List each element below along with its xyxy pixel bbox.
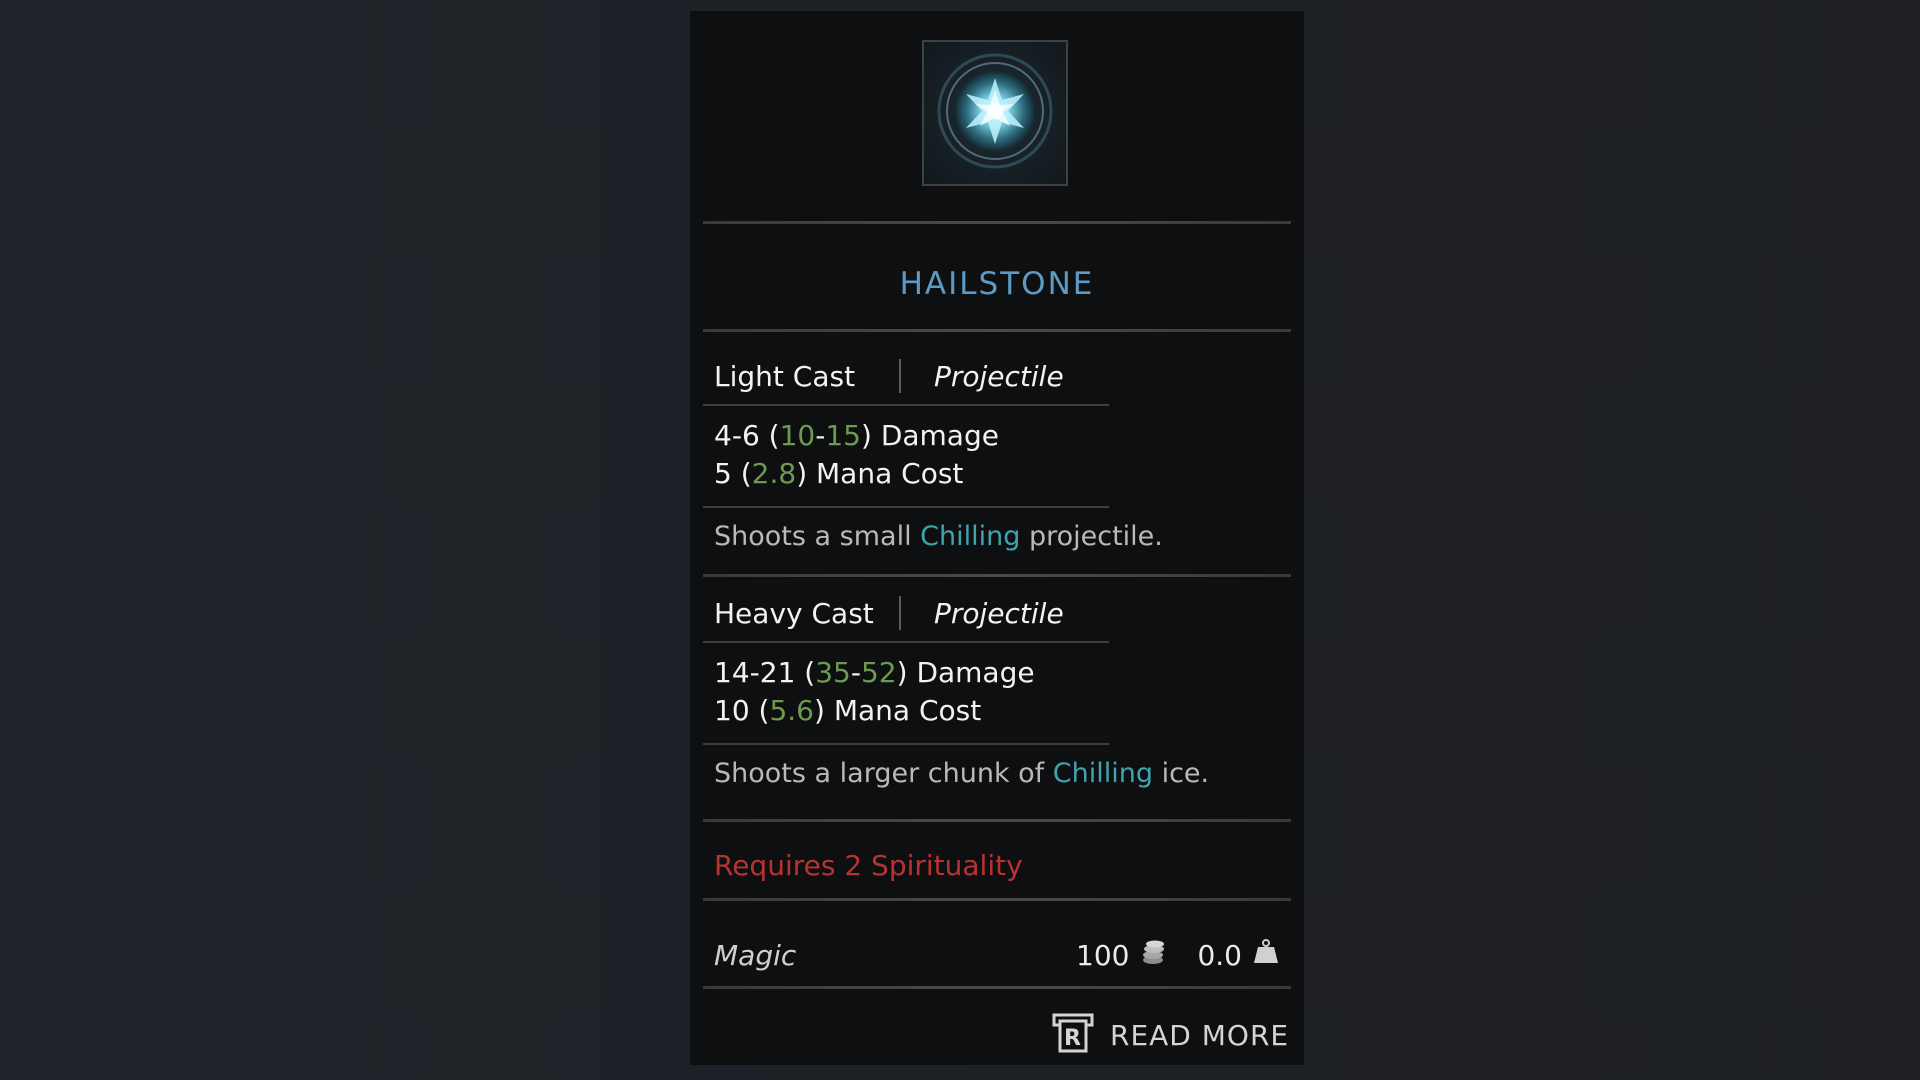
divider	[703, 641, 1109, 643]
light-cast-header: Light Cast Projectile	[714, 356, 1064, 396]
heavy-cast-description: Shoots a larger chunk of Chilling ice.	[714, 758, 1210, 789]
damage-base-min: 14	[714, 656, 750, 689]
r-key-icon: R	[1050, 1011, 1096, 1060]
read-more-button[interactable]: R READ MORE	[1050, 1011, 1289, 1060]
damage-scaled-min: 35	[815, 656, 851, 689]
divider	[703, 506, 1109, 508]
divider	[703, 986, 1291, 989]
item-weight: 0.0	[1197, 938, 1242, 972]
read-more-label: READ MORE	[1110, 1019, 1290, 1052]
divider	[703, 221, 1291, 224]
heavy-cast-damage: 14-21 (35-52) Damage	[714, 656, 1035, 689]
heavy-cast-label: Heavy Cast	[714, 596, 874, 630]
weight-icon	[1252, 938, 1280, 973]
item-value: 100	[1076, 938, 1130, 972]
mana-base: 10	[714, 694, 750, 727]
damage-scaled-min: 10	[779, 419, 816, 452]
damage-scaled-max: 15	[825, 419, 861, 452]
mana-scaled: 2.8	[751, 457, 797, 490]
damage-label: Damage	[880, 419, 999, 452]
light-cast-mana: 5 (2.8) Mana Cost	[714, 457, 964, 490]
item-footer: Magic 100 0.0	[714, 935, 1280, 975]
svg-text:R: R	[1064, 1026, 1082, 1051]
separator	[899, 359, 901, 393]
mana-base: 5	[714, 457, 732, 490]
mana-label: Mana Cost	[816, 457, 964, 490]
damage-label: Damage	[916, 656, 1035, 689]
light-cast-label: Light Cast	[714, 359, 856, 393]
light-cast-damage: 4-6 (10-15) Damage	[714, 419, 999, 452]
divider	[703, 329, 1291, 332]
light-cast-description: Shoots a small Chilling projectile.	[714, 521, 1163, 552]
spell-title: HAILSTONE	[899, 266, 1095, 302]
damage-base-max: 6	[741, 419, 760, 452]
chilling-keyword[interactable]: Chilling	[1053, 758, 1153, 789]
ice-orb-icon	[922, 40, 1068, 186]
divider	[703, 574, 1291, 577]
damage-scaled-max: 52	[860, 656, 897, 689]
heavy-cast-mana: 10 (5.6) Mana Cost	[714, 694, 982, 727]
heavy-cast-type: Projectile	[934, 596, 1064, 630]
damage-base-min: 4	[714, 419, 732, 452]
coins-icon	[1139, 938, 1167, 973]
spell-tooltip-panel: HAILSTONE Light Cast Projectile 4-6 (10-…	[690, 11, 1304, 1065]
mana-scaled: 5.6	[769, 694, 814, 727]
divider	[703, 819, 1291, 822]
light-cast-type: Projectile	[934, 359, 1064, 393]
divider	[703, 404, 1109, 406]
separator	[899, 596, 901, 630]
divider	[703, 898, 1291, 901]
heavy-cast-header: Heavy Cast Projectile	[714, 593, 1064, 633]
damage-base-max: 21	[759, 656, 796, 689]
requirement-text: Requires 2 Spirituality	[714, 849, 1023, 882]
item-category: Magic	[714, 938, 797, 972]
chilling-keyword[interactable]: Chilling	[920, 521, 1020, 552]
mana-label: Mana Cost	[833, 694, 982, 727]
divider	[703, 743, 1109, 745]
